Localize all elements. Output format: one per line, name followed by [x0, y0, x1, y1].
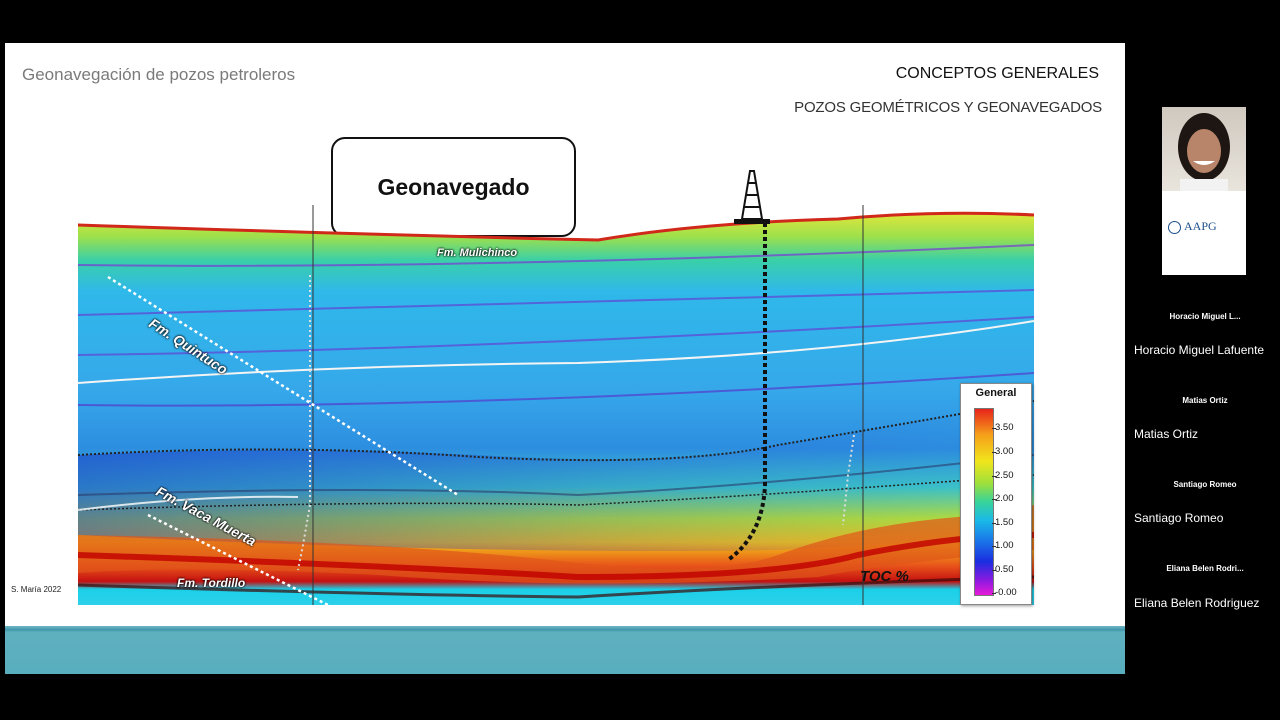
legend-tick: 2.00: [995, 493, 1014, 504]
formation-label-tordillo: Fm. Tordillo: [177, 576, 246, 590]
legend-tick: 3.00: [995, 446, 1014, 457]
aapg-logo-text: AAPG: [1184, 219, 1217, 233]
presentation-slide: Geonavegación de pozos petroleros CONCEP…: [5, 43, 1125, 633]
slide-heading: CONCEPTOS GENERALES: [895, 65, 1099, 82]
participant-tile-name: Eliana Belen Rodri...: [1166, 564, 1244, 573]
participant-tile-name: Matias Ortiz: [1182, 396, 1228, 405]
participant-name[interactable]: Matias Ortiz: [1134, 427, 1198, 441]
participant-name[interactable]: Eliana Belen Rodriguez: [1134, 596, 1259, 610]
drilling-rig-icon: [734, 170, 770, 224]
legend-tick: -0.00: [995, 587, 1017, 598]
participant-tile-name: Horacio Miguel L...: [1169, 312, 1241, 321]
legend-title: General: [975, 387, 1017, 399]
slide-credit: S. María 2022: [11, 585, 62, 594]
speaker-video-tile[interactable]: AAPG: [1162, 107, 1246, 275]
participant-name[interactable]: Santiago Romeo: [1134, 511, 1223, 525]
speaker-photo: [1162, 107, 1246, 191]
slide-footer-band: [5, 626, 1125, 674]
legend-tick: 1.50: [995, 517, 1014, 528]
legend-tick: 1.00: [995, 540, 1014, 551]
slide-subheading: POZOS GEOMÉTRICOS Y GEONAVEGADOS: [794, 99, 1102, 116]
aapg-logo: AAPG: [1168, 219, 1240, 243]
seismic-section: [78, 205, 1034, 605]
person-avatar-icon: [1178, 113, 1230, 191]
formation-label-mulichinco: Fm. Mulichinco: [437, 247, 518, 259]
geonavegado-label: Geonavegado: [377, 173, 530, 200]
legend-tick: 3.50: [995, 422, 1014, 433]
participant-name[interactable]: Horacio Miguel Lafuente: [1134, 343, 1264, 357]
participant-tile-name: Santiago Romeo: [1173, 480, 1237, 489]
slide-title: Geonavegación de pozos petroleros: [22, 65, 296, 84]
legend-tick: 0.50: [995, 564, 1014, 575]
color-scale-legend: General 3.50 3.00 2.50 2.00 1.50 1.00 0.…: [960, 383, 1032, 605]
toc-label: TOC %: [860, 568, 909, 585]
legend-color-bar: [974, 408, 994, 596]
legend-tick: 2.50: [995, 470, 1014, 481]
